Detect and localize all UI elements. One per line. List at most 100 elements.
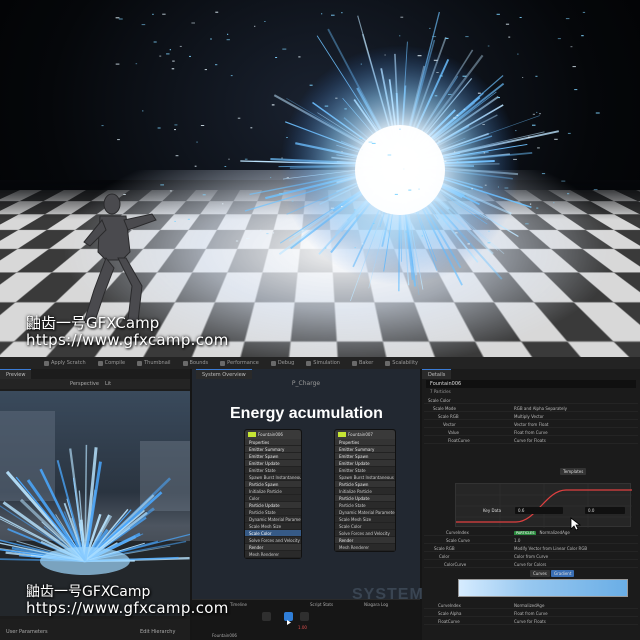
details-row-value[interactable]: Vector from Float xyxy=(514,421,548,427)
edit-hierarchy-button[interactable]: Edit Hierarchy xyxy=(140,629,175,635)
emitter-node-row[interactable]: Emitter Spawn xyxy=(245,453,301,460)
emitter-node-row[interactable]: Emitter Summary xyxy=(245,446,301,453)
toolbar-scalability[interactable]: Scalability xyxy=(381,358,422,368)
color-gradient-bar[interactable] xyxy=(458,579,628,597)
emitter-node-row[interactable]: Emitter Update xyxy=(335,460,395,467)
key-value-field[interactable]: 0.0 xyxy=(585,507,625,514)
spark xyxy=(341,151,343,153)
emitter-node-fountain007[interactable]: Fountain007 Properties Emitter Summary Emi… xyxy=(334,429,396,552)
rewind-button[interactable] xyxy=(262,612,271,621)
spark xyxy=(117,139,120,141)
emitter-node-row[interactable]: Scale Mesh Size xyxy=(245,523,301,530)
emitter-node-row[interactable]: Emitter State xyxy=(335,467,395,474)
emitter-node-row[interactable]: Solve Forces and Velocity xyxy=(335,530,395,537)
details-row-value[interactable]: Curve for Floats xyxy=(514,437,546,443)
emitter-node-row[interactable]: Particle State xyxy=(335,502,395,509)
emitter-node-row[interactable]: Emitter Spawn xyxy=(335,453,395,460)
details-row[interactable]: ColorCurve Curve for Colors xyxy=(424,561,638,568)
details-row-value[interactable]: Curve for Colors xyxy=(514,561,546,567)
preview-viewport[interactable]: 鼬齿一号GFXCamp xyxy=(0,391,190,616)
details-row[interactable]: Vector Vector from Float xyxy=(424,421,638,428)
emitter-node-row[interactable]: Initialize Particle xyxy=(335,488,395,495)
toolbar-bounds[interactable]: Bounds xyxy=(179,358,213,368)
emitter-node-row[interactable]: Properties xyxy=(245,439,301,446)
details-row[interactable]: Scale Color xyxy=(424,397,638,404)
details-row-value[interactable]: 1.0 xyxy=(514,537,520,543)
emitter-node-header[interactable]: Fountain006 xyxy=(245,430,301,439)
emitter-node-row[interactable]: Particle Update xyxy=(335,495,395,502)
details-row[interactable]: Scale RGB Multiply Vector xyxy=(424,413,638,420)
details-row-value[interactable]: Curve for Floats xyxy=(514,618,546,624)
toolbar-compile[interactable]: Compile xyxy=(94,358,129,368)
emitter-node-row[interactable]: Solve Forces and Velocity xyxy=(245,537,301,544)
details-row-value[interactable]: Color from Curve xyxy=(514,553,548,559)
emitter-node-row[interactable]: Scale Color xyxy=(335,523,395,530)
emitter-node-row[interactable]: Particle Update xyxy=(245,502,301,509)
toolbar-thumbnail[interactable]: Thumbnail xyxy=(133,358,174,368)
details-row-value[interactable]: Float from Curve xyxy=(514,429,548,435)
curves-button[interactable]: Curves xyxy=(530,570,550,577)
emitter-node-row[interactable]: Scale Color xyxy=(245,530,301,537)
emitter-node-row[interactable]: Spawn Burst Instantaneous xyxy=(335,474,395,481)
details-row-value[interactable]: RGB and Alpha Separately xyxy=(514,405,567,411)
emitter-node-header[interactable]: Fountain007 xyxy=(335,430,395,439)
emitter-node-row[interactable]: Mesh Renderer xyxy=(245,551,301,558)
details-row[interactable]: Scale Alpha Float from Curve xyxy=(424,610,638,617)
gradient-button[interactable]: Gradient xyxy=(551,570,575,577)
spark xyxy=(448,94,452,95)
user-parameters-tab[interactable]: User Parameters xyxy=(6,629,48,635)
toolbar-baker[interactable]: Baker xyxy=(348,358,377,368)
details-row[interactable]: FloatCurve Curve for Floats xyxy=(424,618,638,625)
templates-button[interactable]: Templates xyxy=(560,468,587,475)
emitter-node-row[interactable]: Color xyxy=(245,495,301,502)
tab-timeline[interactable]: Timeline xyxy=(230,602,247,607)
emitter-node-row[interactable]: Particle State xyxy=(245,509,301,516)
toolbar-performance[interactable]: Performance xyxy=(216,358,263,368)
details-row[interactable]: Value Float from Curve xyxy=(424,429,638,436)
tab-details[interactable]: Details xyxy=(422,369,452,379)
tab-preview[interactable]: Preview xyxy=(0,369,32,379)
details-row-value[interactable]: NormalizedAge xyxy=(514,602,544,608)
float-curve-editor[interactable] xyxy=(455,483,632,528)
emitter-node-row[interactable]: Mesh Renderer xyxy=(335,544,395,551)
emitter-node-row[interactable]: Spawn Burst Instantaneous xyxy=(245,474,301,481)
details-row[interactable]: Scale Mode RGB and Alpha Separately xyxy=(424,405,638,412)
emitter-node-row[interactable]: Particle Spawn xyxy=(245,481,301,488)
emitter-node-row[interactable]: Scale Mesh Size xyxy=(335,516,395,523)
spark xyxy=(405,231,407,233)
tab-script-stats[interactable]: Script Stats xyxy=(310,602,333,607)
emitter-node-row[interactable]: Emitter Summary xyxy=(335,446,395,453)
emitter-node-fountain006[interactable]: Fountain006 Properties Emitter Summary Emi… xyxy=(244,429,302,559)
details-row-value[interactable]: PARTICLES NormalizedAge xyxy=(514,529,570,535)
details-row[interactable]: Color Color from Curve xyxy=(424,553,638,560)
emitter-node-row[interactable]: Emitter State xyxy=(245,467,301,474)
details-row[interactable]: CurveIndex NormalizedAge xyxy=(424,602,638,609)
spark xyxy=(561,180,566,182)
emitter-node-row[interactable]: Properties xyxy=(335,439,395,446)
details-row-value[interactable]: Float from Curve xyxy=(514,610,548,616)
details-row[interactable]: Scale RGB Modify Vector from Linear Color… xyxy=(424,545,638,552)
perspective-dropdown[interactable]: Perspective xyxy=(70,381,99,387)
tab-system-overview[interactable]: System Overview xyxy=(196,369,252,379)
toolbar-debug[interactable]: Debug xyxy=(267,358,298,368)
tab-niagara-log[interactable]: Niagara Log xyxy=(364,602,388,607)
details-search-input[interactable]: Fountain006 xyxy=(426,380,636,388)
emitter-node-row[interactable]: Render xyxy=(335,537,395,544)
emitter-node-row[interactable]: Initialize Particle xyxy=(245,488,301,495)
play-button[interactable] xyxy=(284,612,293,625)
details-row[interactable]: Scale Curve 1.0 xyxy=(424,537,638,544)
toolbar-apply-scratch[interactable]: Apply Scratch xyxy=(40,358,90,368)
emitter-node-row[interactable]: Particle Spawn xyxy=(335,481,395,488)
key-time-field[interactable]: 0.6 xyxy=(515,507,563,514)
step-forward-button[interactable] xyxy=(300,612,309,621)
details-row-value[interactable]: Multiply Vector xyxy=(514,413,544,419)
details-row[interactable]: FloatCurve Curve for Floats xyxy=(424,437,638,444)
lit-dropdown[interactable]: Lit xyxy=(105,381,111,387)
emitter-node-row[interactable]: Dynamic Material Parameters xyxy=(335,509,395,516)
details-row-value[interactable]: Modify Vector from Linear Color RGB xyxy=(514,545,587,551)
toolbar-simulation[interactable]: Simulation xyxy=(302,358,344,368)
emitter-node-row[interactable]: Render xyxy=(245,544,301,551)
emitter-node-row[interactable]: Emitter Update xyxy=(245,460,301,467)
details-row[interactable]: CurveIndex PARTICLES NormalizedAge xyxy=(424,529,638,536)
emitter-node-row[interactable]: Dynamic Material Parameters xyxy=(245,516,301,523)
